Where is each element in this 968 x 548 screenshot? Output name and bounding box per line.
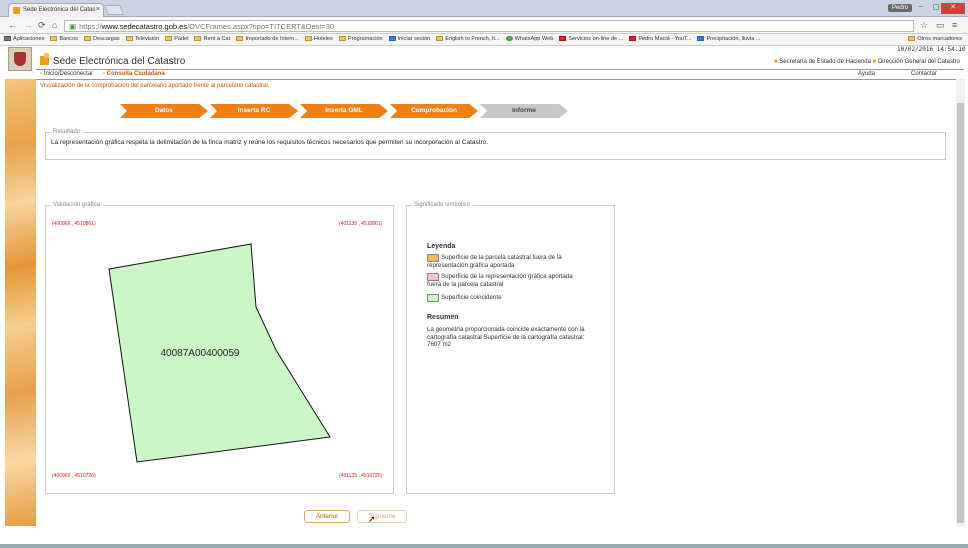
legend-item-cadastral-outside: Superficie de la parcela catastral fuera… — [427, 254, 562, 269]
pink-swatch-icon — [427, 273, 439, 281]
green-swatch-icon — [427, 294, 439, 302]
legend-item-graphic-outside: Superficie de la representación gráfica … — [427, 273, 573, 288]
previous-button[interactable]: Anterior — [304, 510, 350, 523]
parcel-label: 40087A00400059 — [161, 348, 240, 359]
orange-swatch-icon — [427, 254, 439, 262]
mouse-cursor-icon: ➚ — [368, 514, 376, 524]
symbols-legend: Significado simbólico — [414, 202, 471, 208]
summary-title: Resumen — [427, 314, 459, 321]
legend-item-coincident: Superficie coincidente — [427, 294, 583, 302]
summary-text: La geometría proporcionada coincide exac… — [427, 326, 585, 348]
window-bottom-edge — [0, 544, 968, 548]
legend-title: Leyenda — [427, 243, 456, 250]
next-button[interactable]: Siguiente — [357, 510, 407, 523]
symbols-panel: Significado simbólico Leyenda Superficie… — [406, 202, 615, 494]
